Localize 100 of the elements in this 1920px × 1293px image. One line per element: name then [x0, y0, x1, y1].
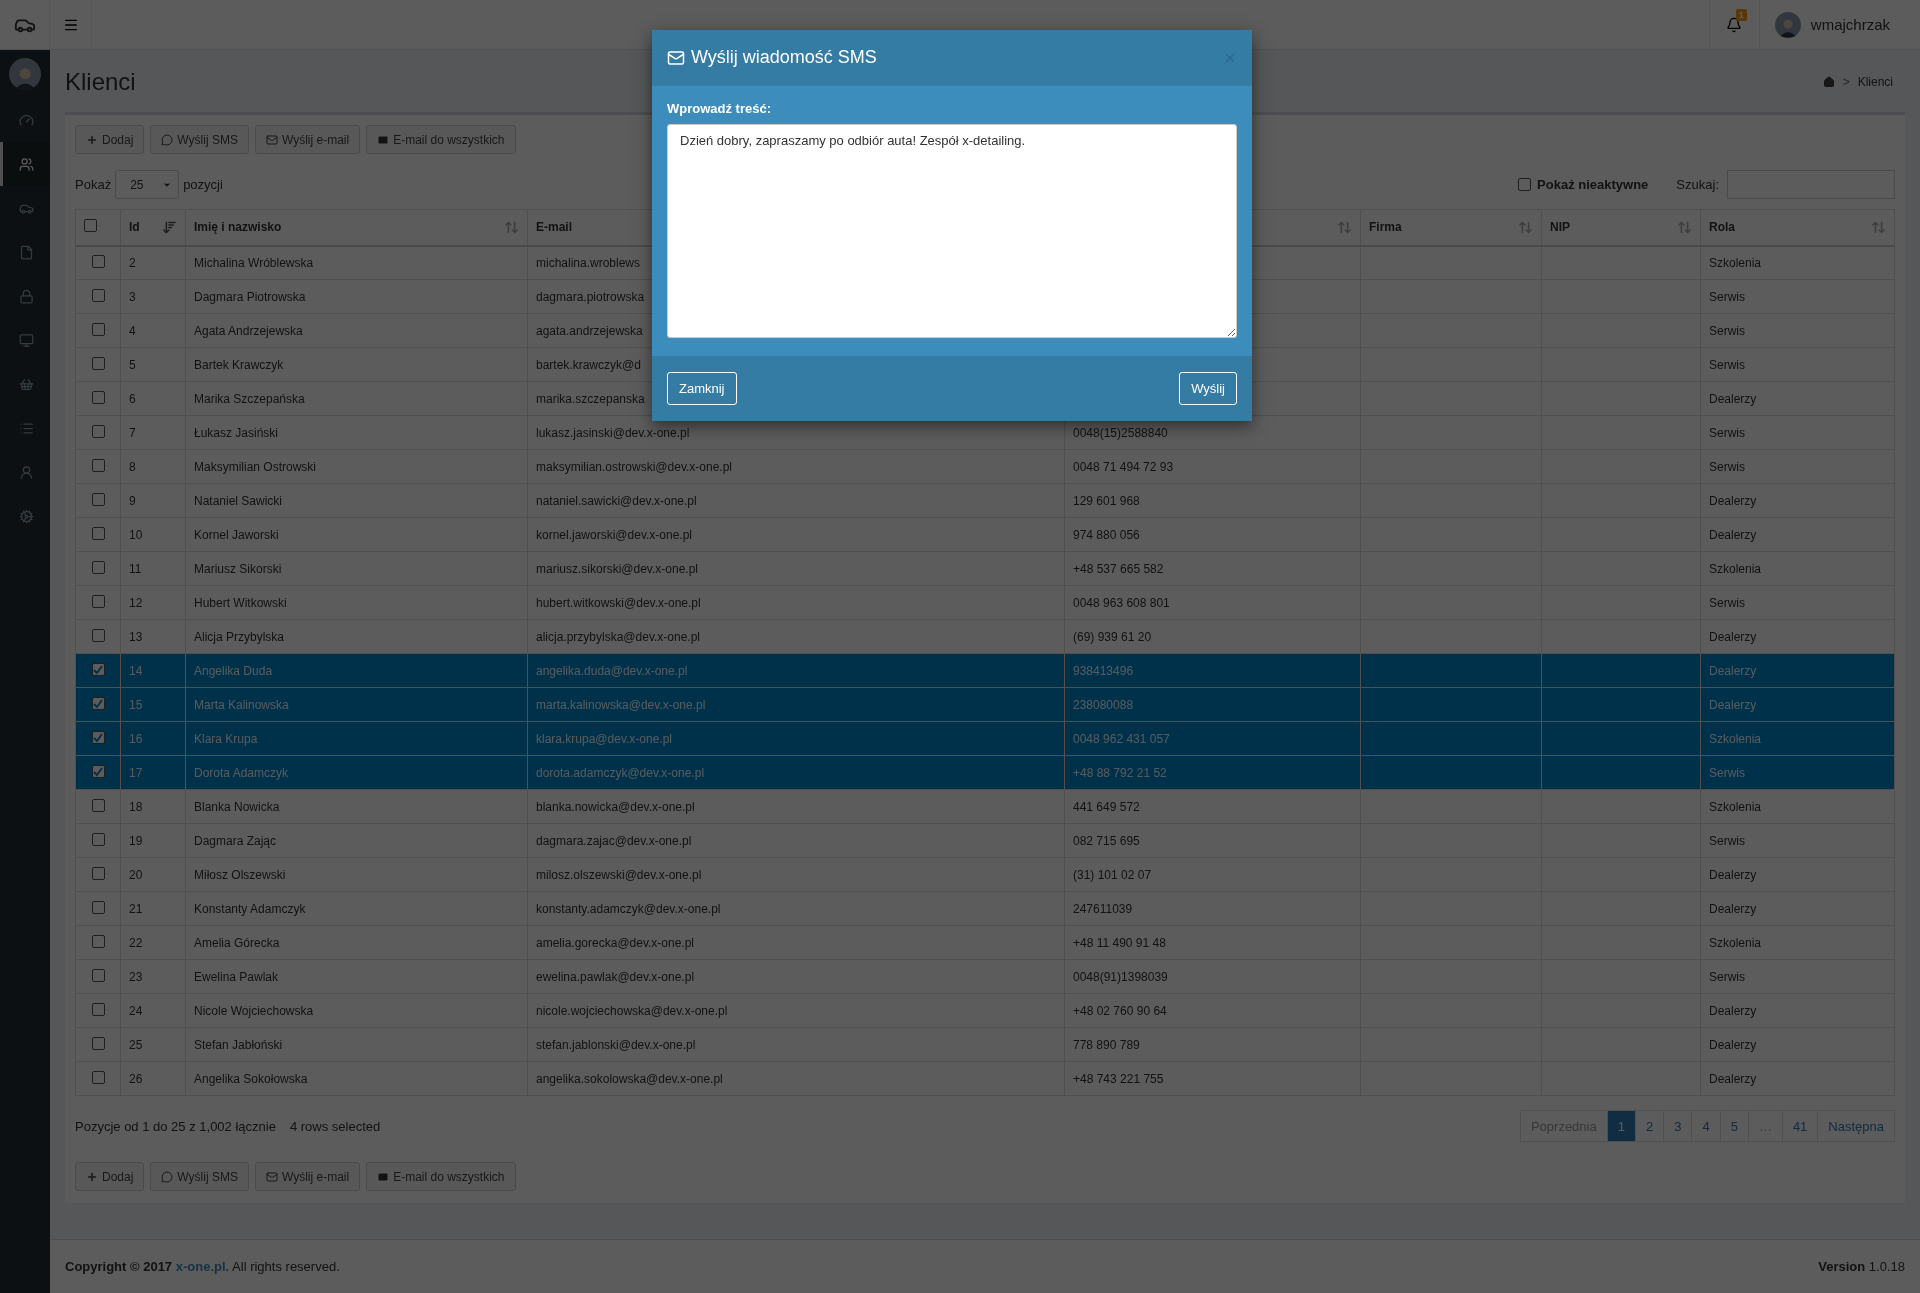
phone-cell: +48 88 792 21 52 [1064, 755, 1361, 790]
user-menu[interactable]: wmajchrzak [1758, 0, 1920, 49]
table-row[interactable]: 20 Miłosz Olszewski milosz.olszewski@dev.x-one.pl (31) 101 02 07 Dealerzy [75, 857, 1895, 892]
row-checkbox[interactable] [91, 765, 105, 779]
send-email-button[interactable]: Wyślij e-mail [254, 1162, 361, 1191]
dialog-title: Wyślij wiadomość SMS [667, 47, 877, 68]
table-row[interactable]: 12 Hubert Witkowski hubert.witkowski@dev.x-one.pl 0048 963 608 801 Serwis [75, 585, 1895, 620]
notifications-button[interactable]: 1 [1708, 0, 1759, 49]
column-header[interactable]: NIP [1541, 209, 1701, 246]
table-row[interactable]: 14 Angelika Duda angelika.duda@dev.x-one.pl 938413496 Dealerzy [75, 653, 1895, 688]
id-cell: 12 [120, 585, 186, 620]
table-row[interactable]: 8 Maksymilian Ostrowski maksymilian.ostrowski@dev.x-one.pl 0048 71 494 72 93 Serwis [75, 449, 1895, 484]
id-cell: 13 [120, 619, 186, 654]
id-cell: 23 [120, 959, 186, 994]
basket-icon [19, 376, 34, 392]
page-length-select[interactable]: 25 [115, 170, 180, 199]
copyright-text: Copyright © 2017 x-one.pl. All rights reserved. [65, 1259, 340, 1274]
dialog-button[interactable]: Wyślij [1179, 372, 1237, 405]
column-header[interactable]: Rola [1700, 209, 1895, 246]
email-all-button[interactable]: E-mail do wszystkich [366, 1162, 516, 1191]
page-button[interactable]: 3 [1663, 1110, 1693, 1142]
row-checkbox[interactable] [91, 458, 105, 472]
row-checkbox[interactable] [91, 492, 105, 506]
table-row[interactable]: 22 Amelia Górecka amelia.gorecka@dev.x-one.pl +48 11 490 91 48 Szkolenia [75, 925, 1895, 960]
breadcrumb-current: Klienci [1857, 75, 1893, 89]
row-checkbox[interactable] [91, 832, 105, 846]
name-cell: Mariusz Sikorski [185, 551, 528, 586]
send-sms-button[interactable]: Wyślij SMS [150, 1162, 249, 1191]
page-button[interactable]: Następna [1817, 1110, 1895, 1142]
row-checkbox[interactable] [91, 798, 105, 812]
email-all-button[interactable]: E-mail do wszystkich [366, 125, 516, 154]
name-cell: Bartek Krawczyk [185, 347, 528, 382]
row-checkbox[interactable] [91, 356, 105, 370]
row-checkbox[interactable] [91, 697, 105, 711]
table-row[interactable]: 15 Marta Kalinowska marta.kalinowska@dev.x-one.pl 238080088 Dealerzy [75, 687, 1895, 722]
row-checkbox[interactable] [91, 900, 105, 914]
row-checkbox[interactable] [91, 731, 105, 745]
column-header[interactable]: Imię i nazwisko [185, 209, 528, 246]
row-checkbox[interactable] [91, 288, 105, 302]
table-row[interactable]: 13 Alicja Przybylska alicja.przybylska@dev.x-one.pl (69) 939 61 20 Dealerzy [75, 619, 1895, 654]
dialog-button[interactable]: Zamknij [667, 372, 737, 405]
page-button[interactable]: 5 [1719, 1110, 1749, 1142]
add-button[interactable]: Dodaj [75, 125, 145, 154]
home-icon[interactable] [1822, 76, 1835, 88]
table-row[interactable]: 7 Łukasz Jasiński lukasz.jasinski@dev.x-one.pl 0048(15)2588840 Serwis [75, 415, 1895, 450]
avatar [1774, 11, 1801, 38]
role-cell: Dealerzy [1700, 1061, 1895, 1096]
table-row[interactable]: 10 Kornel Jaworski kornel.jaworski@dev.x-one.pl 974 880 056 Dealerzy [75, 517, 1895, 552]
role-cell: Dealerzy [1700, 687, 1895, 722]
send-sms-button[interactable]: Wyślij SMS [150, 125, 249, 154]
message-field[interactable]: Dzień dobry, zapraszamy po odbiór auta! Zespół x-detailing. [667, 124, 1237, 338]
table-row[interactable]: 24 Nicole Wojciechowska nicole.wojciechowska@dev.x-one.pl +48 02 760 90 64 Dealerzy [75, 993, 1895, 1028]
add-button[interactable]: Dodaj [75, 1162, 145, 1191]
table-row[interactable]: 23 Ewelina Pawlak ewelina.pawlak@dev.x-one.pl 0048(91)1398039 Serwis [75, 959, 1895, 994]
table-row[interactable]: 17 Dorota Adamczyk dorota.adamczyk@dev.x-one.pl +48 88 792 21 52 Serwis [75, 755, 1895, 790]
row-checkbox[interactable] [91, 1036, 105, 1050]
table-row[interactable]: 16 Klara Krupa klara.krupa@dev.x-one.pl 0048 962 431 057 Szkolenia [75, 721, 1895, 756]
row-checkbox[interactable] [91, 1002, 105, 1016]
speech-bubble-icon [161, 1170, 174, 1183]
table-row[interactable]: 11 Mariusz Sikorski mariusz.sikorski@dev.x-one.pl +48 537 665 582 Szkolenia [75, 551, 1895, 586]
table-row[interactable]: 25 Stefan Jabłoński stefan.jablonski@dev.x-one.pl 778 890 789 Dealerzy [75, 1027, 1895, 1062]
phone-cell: +48 02 760 90 64 [1064, 993, 1361, 1028]
row-checkbox[interactable] [91, 968, 105, 982]
row-checkbox[interactable] [91, 866, 105, 880]
row-checkbox[interactable] [91, 560, 105, 574]
table-row[interactable]: 21 Konstanty Adamczyk konstanty.adamczyk@dev.x-one.pl 247611039 Dealerzy [75, 891, 1895, 926]
row-checkbox[interactable] [91, 424, 105, 438]
row-checkbox[interactable] [91, 526, 105, 540]
sort-ascending-icon [162, 219, 177, 235]
send-email-button[interactable]: Wyślij e-mail [254, 125, 361, 154]
phone-cell: 129 601 968 [1064, 483, 1361, 518]
column-header[interactable]: Firma [1360, 209, 1542, 246]
page-button[interactable]: 2 [1634, 1110, 1665, 1142]
name-cell: Nicole Wojciechowska [185, 993, 528, 1028]
table-row[interactable]: 18 Blanka Nowicka blanka.nowicka@dev.x-one.pl 441 649 572 Szkolenia [75, 789, 1895, 824]
envelope-icon [265, 1170, 278, 1183]
row-checkbox[interactable] [91, 254, 105, 268]
row-checkbox[interactable] [91, 628, 105, 642]
site-link[interactable]: x-one.pl. [175, 1259, 230, 1274]
email-cell: angelika.duda@dev.x-one.pl [527, 653, 1065, 688]
row-checkbox[interactable] [91, 663, 105, 677]
name-cell: Angelika Duda [185, 653, 528, 688]
bell-icon [1726, 16, 1743, 33]
name-cell: Marta Kalinowska [185, 687, 528, 722]
table-row[interactable]: 26 Angelika Sokołowska angelika.sokolowska@dev.x-one.pl +48 743 221 755 Dealerzy [75, 1061, 1895, 1096]
row-checkbox[interactable] [91, 322, 105, 336]
phone-cell: 441 649 572 [1064, 789, 1361, 824]
page-button[interactable]: 1 [1606, 1110, 1636, 1142]
table-row[interactable]: 19 Dagmara Zając dagmara.zajac@dev.x-one.pl 082 715 695 Serwis [75, 823, 1895, 858]
row-checkbox[interactable] [91, 934, 105, 948]
row-checkbox[interactable] [91, 594, 105, 608]
row-checkbox[interactable] [91, 1070, 105, 1084]
row-checkbox[interactable] [91, 390, 105, 404]
page-button[interactable]: 4 [1691, 1110, 1721, 1142]
phone-cell: 247611039 [1064, 891, 1361, 926]
column-header[interactable]: Id [120, 209, 186, 246]
email-cell: ewelina.pawlak@dev.x-one.pl [527, 959, 1065, 994]
version-text: Version 1.0.18 [1818, 1259, 1905, 1274]
select-all-checkbox[interactable] [84, 219, 97, 233]
table-row[interactable]: 9 Nataniel Sawicki nataniel.sawicki@dev.x-one.pl 129 601 968 Dealerzy [75, 483, 1895, 518]
